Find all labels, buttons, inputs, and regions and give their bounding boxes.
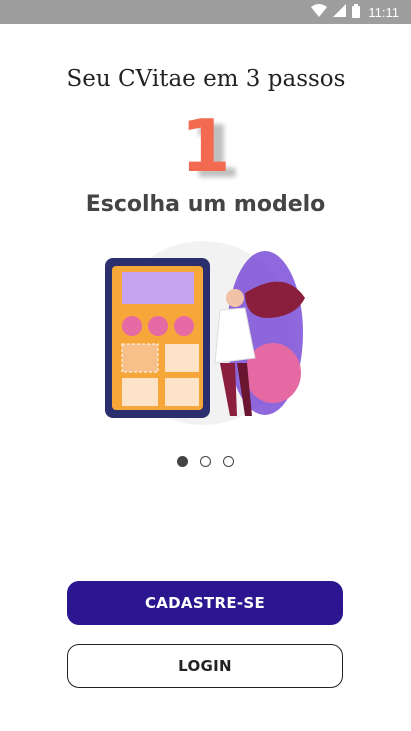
battery-icon bbox=[352, 3, 361, 21]
login-button[interactable]: LOGIN bbox=[67, 644, 343, 688]
step-number: 1 bbox=[180, 104, 231, 188]
page-dot-1[interactable] bbox=[177, 456, 188, 467]
page-indicator bbox=[0, 456, 411, 467]
page-dot-3[interactable] bbox=[223, 456, 234, 467]
status-time: 11:11 bbox=[368, 4, 399, 20]
page-title: Seu CVitae em 3 passos bbox=[66, 66, 346, 92]
status-bar: 11:11 bbox=[0, 0, 411, 24]
page-dot-2[interactable] bbox=[200, 456, 211, 467]
wifi-icon bbox=[311, 4, 328, 20]
step-label: Escolha um modelo bbox=[85, 192, 326, 217]
signal-icon bbox=[333, 4, 347, 20]
template-illustration bbox=[95, 238, 317, 428]
register-button[interactable]: CADASTRE-SE bbox=[67, 581, 343, 625]
